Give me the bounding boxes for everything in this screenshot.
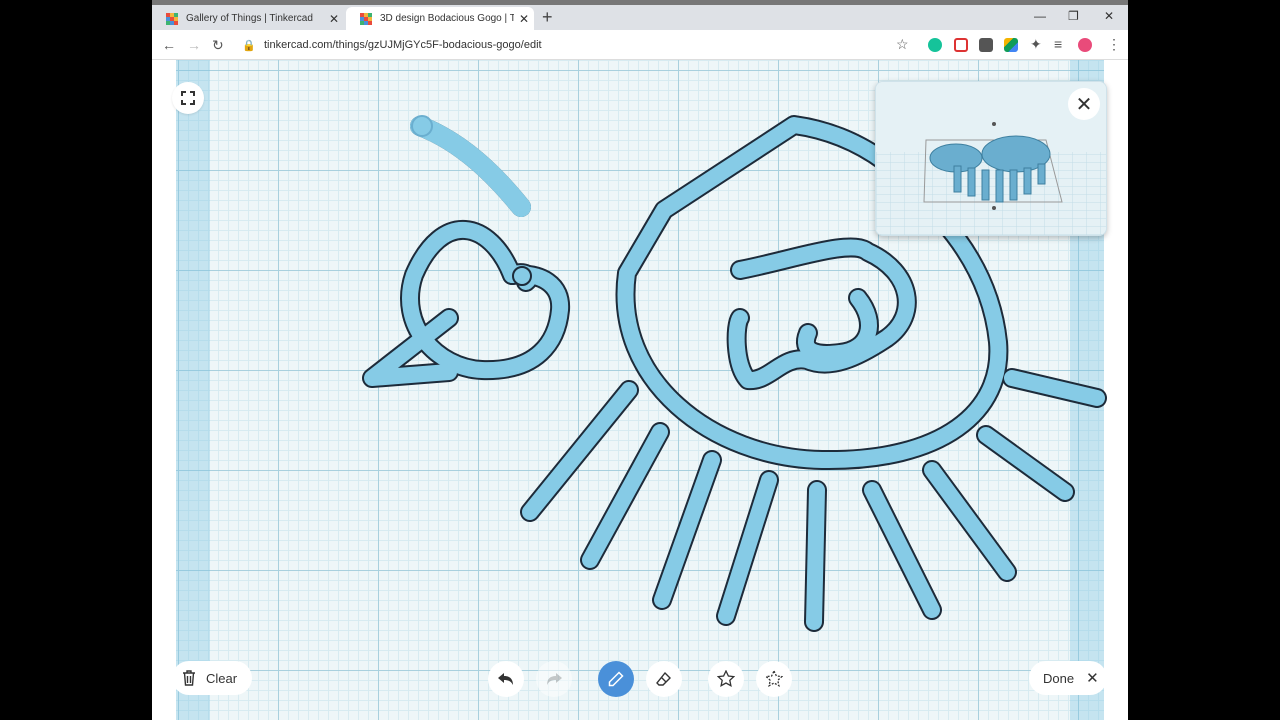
bookmark-star-icon[interactable]: ☆ (896, 36, 909, 52)
shape-cut-icon (765, 670, 783, 687)
profile-avatar[interactable] (1078, 38, 1092, 52)
minimize-button[interactable]: — (1034, 9, 1046, 23)
redo-button[interactable] (536, 661, 572, 697)
forward-arrow-icon[interactable]: → (187, 37, 201, 53)
close-preview-button[interactable]: ✕ (1068, 88, 1100, 120)
3d-preview-panel[interactable]: ✕ (875, 81, 1107, 236)
undo-button[interactable] (488, 661, 524, 697)
shape-fill-tool-button[interactable] (708, 661, 744, 697)
shape-cut-tool-button[interactable] (756, 661, 792, 697)
url-text: tinkercad.com/things/gzUJMjGYc5F-bodacio… (264, 39, 542, 51)
grammarly-extension-icon[interactable] (928, 38, 942, 52)
pencil-tool-button[interactable] (598, 661, 634, 697)
tinkercad-favicon-icon (360, 12, 372, 25)
tab-title: 3D design Bodacious Gogo | Tink (380, 13, 514, 24)
pencil-icon (608, 671, 624, 687)
sketch-canvas[interactable]: ✕ Clear Done ✕ (152, 60, 1128, 720)
browser-window: Gallery of Things | Tinkercad ✕ 3D desig… (152, 0, 1128, 720)
lock-icon: 🔒 (242, 39, 256, 52)
done-label: Done (1043, 670, 1075, 686)
shape-fill-icon (717, 670, 735, 687)
browser-menu-icon[interactable]: ⋮ (1107, 36, 1121, 52)
fullscreen-button[interactable] (172, 82, 204, 114)
extensions-puzzle-icon[interactable]: ✦ (1030, 36, 1042, 52)
pocket-extension-icon[interactable] (954, 38, 968, 52)
undo-icon (498, 673, 513, 685)
screenshot-extension-icon[interactable] (979, 38, 993, 52)
done-button[interactable]: Done ✕ (1029, 661, 1107, 695)
maximize-button[interactable]: ❐ (1068, 9, 1079, 23)
close-icon: ✕ (1086, 670, 1099, 687)
redo-icon (547, 673, 562, 685)
active-pencil-stroke (410, 116, 531, 217)
tab-title: Gallery of Things | Tinkercad (186, 13, 313, 24)
tinkercad-favicon-icon (166, 12, 178, 25)
pencil-cursor-dot (411, 115, 433, 137)
back-arrow-icon[interactable]: ← (162, 37, 176, 53)
eraser-icon (656, 671, 671, 686)
trash-icon (183, 670, 195, 686)
clear-label: Clear (206, 670, 238, 686)
url-field[interactable]: 🔒 tinkercad.com/things/gzUJMjGYc5F-bodac… (242, 34, 922, 56)
clear-button[interactable]: Clear (172, 661, 252, 695)
tab-gallery-of-things[interactable]: Gallery of Things | Tinkercad ✕ (152, 7, 344, 30)
tab-close-icon[interactable]: ✕ (514, 12, 534, 26)
reading-list-icon[interactable]: ≡ (1054, 36, 1062, 52)
tab-bodacious-gogo[interactable]: 3D design Bodacious Gogo | Tink ✕ (346, 7, 534, 30)
tab-close-icon[interactable]: ✕ (324, 12, 344, 26)
close-window-button[interactable]: ✕ (1104, 9, 1114, 23)
eye-pupil (512, 266, 532, 286)
reload-icon[interactable]: ↻ (212, 37, 224, 53)
eraser-tool-button[interactable] (646, 661, 682, 697)
new-tab-button[interactable]: + (542, 8, 553, 26)
google-drive-icon[interactable] (1004, 38, 1018, 52)
address-bar: ← → ↻ 🔒 tinkercad.com/things/gzUJMjGYc5F… (152, 30, 1128, 60)
close-icon: ✕ (1075, 93, 1093, 116)
tab-bar: Gallery of Things | Tinkercad ✕ 3D desig… (152, 5, 1128, 30)
expand-icon (181, 91, 195, 105)
